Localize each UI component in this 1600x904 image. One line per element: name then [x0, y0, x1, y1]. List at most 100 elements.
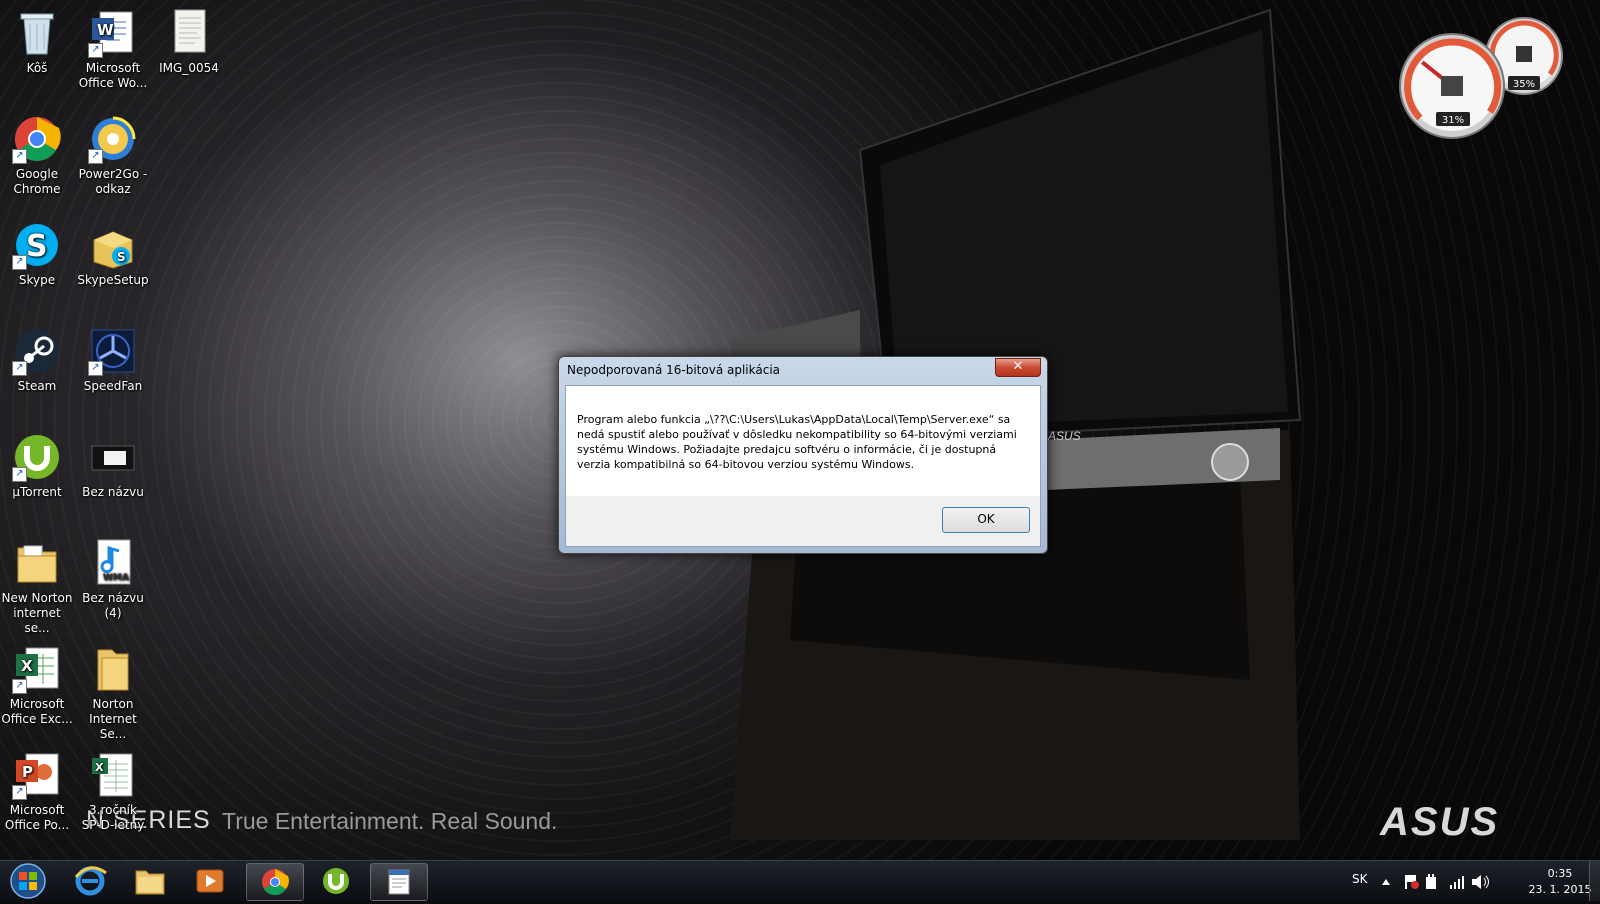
desktop-icon-label: Power2Go - odkaz [78, 167, 148, 196]
desktop-icon-label: µTorrent [12, 485, 62, 499]
dialog-footer: OK [566, 496, 1040, 546]
shortcut-arrow-icon: ↗ [88, 361, 103, 376]
desktop-icon-speedfan[interactable]: ↗ SpeedFan [76, 320, 150, 394]
folder-icon [135, 870, 165, 895]
desktop-icon-bez-nazvu[interactable]: Bez názvu [76, 426, 150, 500]
desktop-icon-label: Norton Internet Se... [89, 697, 137, 741]
application-window-icon [388, 869, 410, 895]
taskbar-explorer[interactable] [122, 863, 178, 899]
desktop-icon-recycle-bin[interactable]: Kôš [0, 2, 74, 76]
desktop-icon-label: 3.ročník SP-D-letný [81, 803, 145, 832]
word-icon: W ↗ [88, 8, 138, 58]
excel-icon: X ↗ [12, 644, 62, 694]
folder-icon [88, 644, 138, 694]
folder-icon [12, 538, 62, 588]
desktop-icon-norton[interactable]: Norton Internet Se... [76, 638, 150, 742]
clock-time[interactable]: 0:35 [1530, 867, 1590, 880]
clock-date[interactable]: 23. 1. 2015 [1526, 883, 1594, 896]
desktop-icon-skype[interactable]: S ↗ Skype [0, 214, 74, 288]
action-center-flag-icon[interactable] [1405, 875, 1419, 889]
taskbar-application-window[interactable] [370, 863, 428, 901]
desktop-icon-chrome[interactable]: ↗ Google Chrome [0, 108, 74, 197]
desktop-icon-3-rocnik[interactable]: X 3.ročník SP-D-letný [76, 744, 150, 833]
svg-text:X: X [95, 761, 104, 774]
cpu-percent: 31% [1442, 115, 1464, 126]
dialog-message: Program alebo funkcia „\??\C:\Users\Luka… [577, 413, 1017, 471]
taskbar-media-player[interactable] [182, 863, 238, 899]
desktop-icon-label: Google Chrome [13, 167, 61, 196]
start-button[interactable] [4, 862, 50, 900]
desktop-icon-label: Microsoft Office Exc... [1, 697, 73, 726]
shortcut-arrow-icon: ↗ [88, 43, 103, 58]
chrome-icon [262, 869, 289, 896]
chrome-icon: ↗ [12, 114, 62, 164]
desktop-icon-label: Kôš [26, 61, 48, 75]
desktop-icon-new-norton[interactable]: New Norton internet se... [0, 532, 74, 636]
taskbar-chrome[interactable] [246, 863, 304, 901]
unsupported-16bit-dialog[interactable]: Nepodporovaná 16-bitová aplikácia ✕ Prog… [558, 356, 1048, 554]
language-indicator[interactable]: SK [1352, 872, 1368, 886]
dialog-title: Nepodporovaná 16-bitová aplikácia [567, 363, 781, 377]
memory-chip-icon [1516, 46, 1532, 62]
utorrent-icon [323, 868, 349, 894]
desktop-icon-powerpoint[interactable]: P ↗ Microsoft Office Po... [0, 744, 74, 833]
skype-icon: S ↗ [12, 220, 62, 270]
image-file-icon [164, 8, 214, 58]
power2go-icon: ↗ [88, 114, 138, 164]
taskbar-utorrent[interactable] [308, 863, 364, 899]
shortcut-arrow-icon: ↗ [12, 467, 27, 482]
desktop-icon-label: Bez názvu [82, 485, 144, 499]
desktop-icon-label: Microsoft Office Wo... [78, 61, 148, 90]
desktop-icon-label: New Norton internet se... [1, 591, 73, 635]
desktop-icon-skypesetup[interactable]: S SkypeSetup [76, 214, 150, 288]
memory-percent: 35% [1513, 79, 1535, 90]
wma-audio-icon: WMA [88, 538, 138, 588]
desktop-icon-label: Bez názvu (4) [82, 591, 144, 620]
svg-text:W: W [97, 21, 114, 39]
image-thumbnail-icon [88, 432, 138, 482]
asus-logo: ASUS [1380, 800, 1500, 844]
shortcut-arrow-icon: ↗ [12, 361, 27, 376]
shortcut-arrow-icon: ↗ [12, 679, 27, 694]
desktop-icon-word[interactable]: W ↗ Microsoft Office Wo... [76, 2, 150, 91]
desktop-icon-label: Microsoft Office Po... [4, 803, 70, 832]
network-signal-icon[interactable] [1450, 876, 1464, 889]
desktop-icon-utorrent[interactable]: ↗ µTorrent [0, 426, 74, 500]
desktop-icon-bez-nazvu-4[interactable]: WMA Bez názvu (4) [76, 532, 150, 621]
dialog-close-button[interactable]: ✕ [995, 358, 1041, 377]
desktop-icon-steam[interactable]: ↗ Steam [0, 320, 74, 394]
steam-icon: ↗ [12, 326, 62, 376]
desktop-icon-label: IMG_0054 [159, 61, 219, 75]
windows-orb-icon [10, 863, 46, 899]
svg-text:P: P [22, 763, 33, 781]
wallpaper-tagline: True Entertainment. Real Sound. [222, 808, 558, 834]
desktop-icon-label: SkypeSetup [77, 273, 149, 287]
desktop-icon-power2go[interactable]: ↗ Power2Go - odkaz [76, 108, 150, 197]
desktop-icon-excel[interactable]: X ↗ Microsoft Office Exc... [0, 638, 74, 727]
shortcut-arrow-icon: ↗ [12, 149, 27, 164]
power-plug-icon[interactable] [1426, 874, 1436, 889]
desktop-icon-img-0054[interactable]: IMG_0054 [152, 2, 226, 76]
show-desktop-button[interactable] [1589, 861, 1600, 901]
cpu-meter-gadget[interactable]: 35% 31% [1392, 14, 1572, 144]
taskbar-internet-explorer[interactable] [62, 863, 118, 899]
installer-box-icon: S [88, 220, 138, 270]
show-hidden-icons-arrow-icon[interactable] [1382, 879, 1390, 885]
wma-badge: WMA [103, 573, 129, 583]
dialog-body: Program alebo funkcia „\??\C:\Users\Luka… [565, 385, 1041, 547]
ok-button[interactable]: OK [942, 507, 1030, 533]
volume-speaker-icon[interactable] [1472, 875, 1489, 889]
desktop-icon-label: Skype [18, 273, 56, 287]
laptop-brand-text: ASUS [1047, 429, 1081, 443]
excel-document-icon: X [88, 750, 138, 800]
cpu-chip-icon [1441, 76, 1463, 96]
svg-text:S: S [117, 250, 126, 264]
powerpoint-icon: P ↗ [12, 750, 62, 800]
shortcut-arrow-icon: ↗ [12, 255, 27, 270]
desktop-icon-label: Steam [17, 379, 57, 393]
shortcut-arrow-icon: ↗ [88, 149, 103, 164]
utorrent-icon: ↗ [12, 432, 62, 482]
speedfan-icon: ↗ [88, 326, 138, 376]
internet-explorer-icon [74, 866, 107, 896]
svg-text:X: X [21, 657, 33, 675]
